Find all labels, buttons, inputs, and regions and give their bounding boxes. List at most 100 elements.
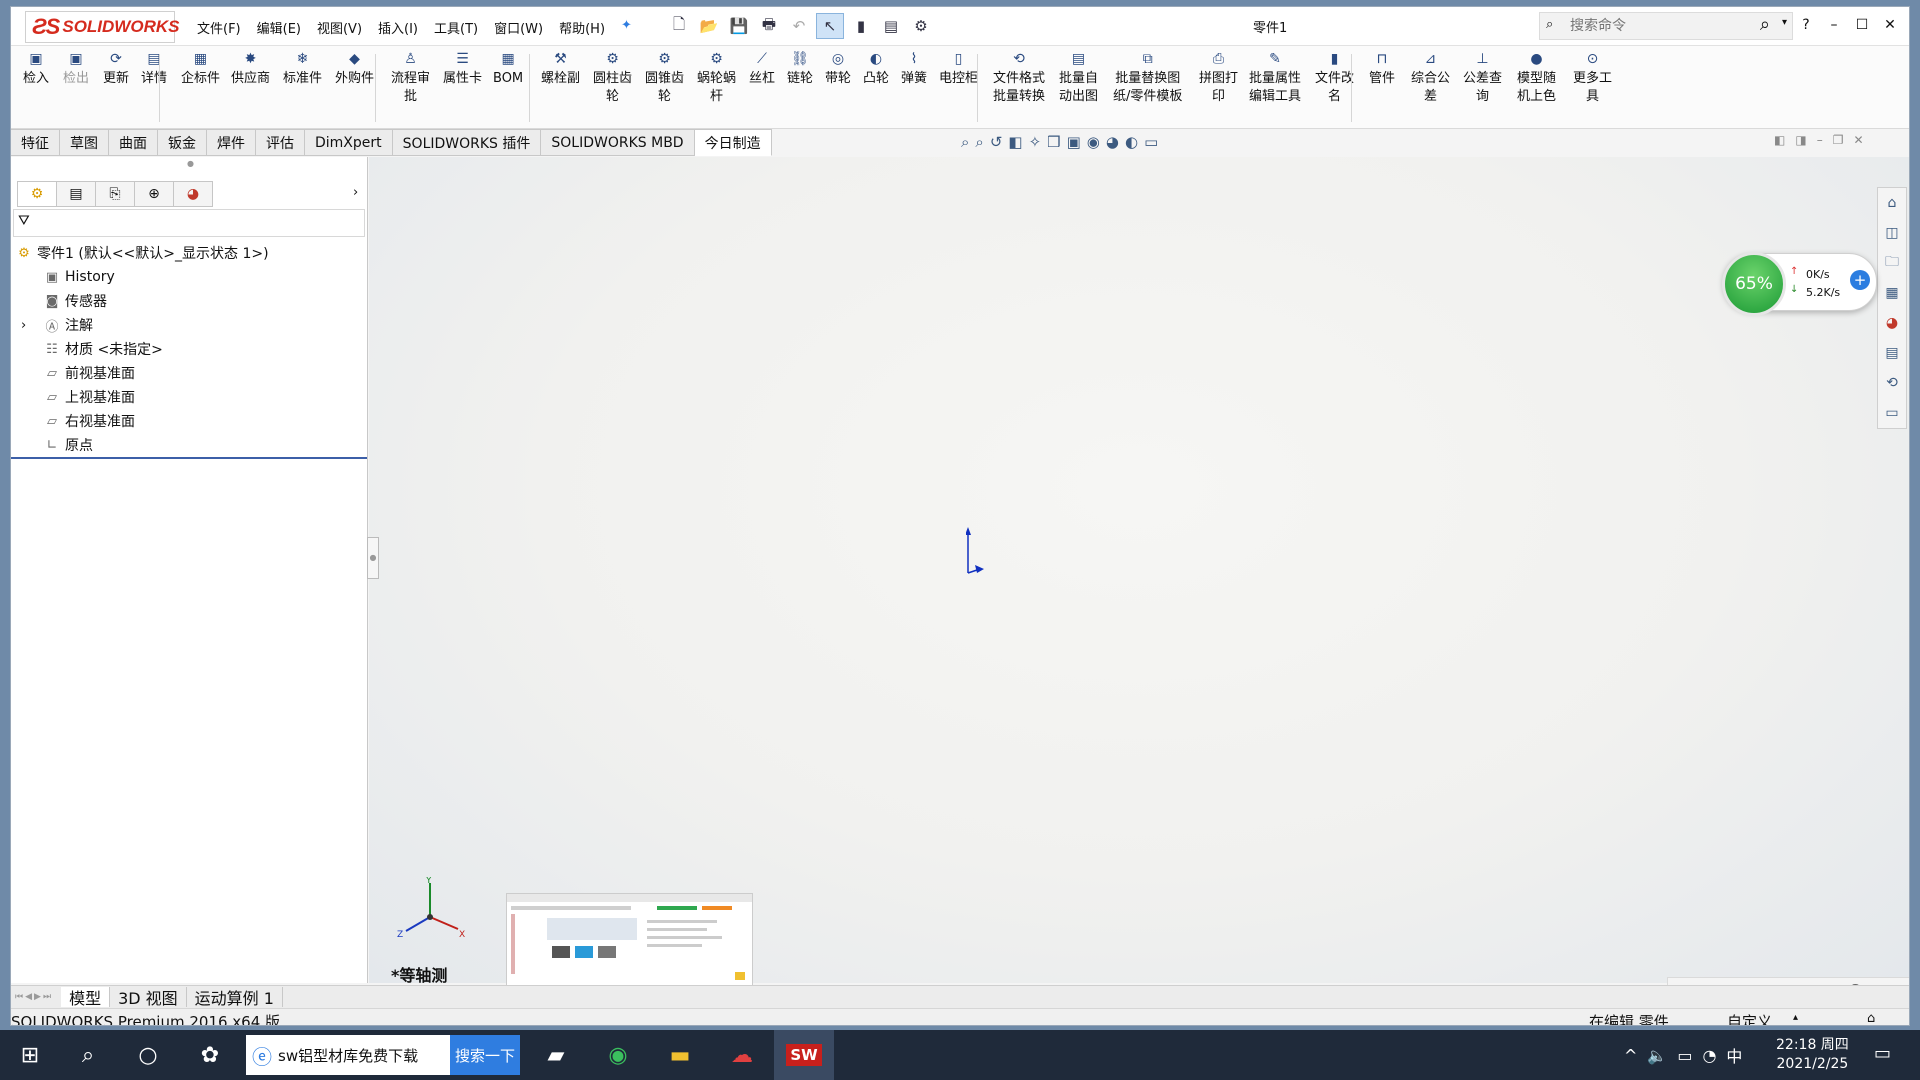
menu-insert[interactable]: 插入(I) xyxy=(370,16,426,39)
file-properties-icon[interactable]: ▤ xyxy=(878,14,904,38)
ribbon-button-16[interactable]: ⛓ 链轮 xyxy=(787,50,813,88)
cortana-icon[interactable]: ○ xyxy=(124,1030,172,1080)
ribbon-button-25[interactable]: ✎ 批量属性 编辑工具 xyxy=(1249,50,1301,106)
taskbar-preview-thumbnail[interactable] xyxy=(506,893,753,987)
ribbon-button-4[interactable]: ▦ 企标件 xyxy=(181,50,220,88)
ribbon-button-7[interactable]: ◆ 外购件 xyxy=(335,50,374,88)
ribbon-button-1[interactable]: ▣ 检出 xyxy=(63,50,89,88)
add-icon[interactable]: + xyxy=(1850,270,1870,290)
property-manager-tab-icon[interactable]: ▤ xyxy=(56,181,96,207)
pane-collapse-handle[interactable]: ● xyxy=(367,537,379,579)
chat-icon[interactable]: ▭ xyxy=(1878,398,1906,428)
tags-icon[interactable]: ⌂ xyxy=(1867,1011,1875,1025)
network-speed-widget[interactable]: 65% ↑ ↓ 0K/s 5.2K/s + xyxy=(1722,252,1877,316)
ribbon-button-12[interactable]: ⚙ 圆柱齿轮 xyxy=(593,50,632,106)
file-explorer-icon[interactable]: 🗀 xyxy=(1878,248,1906,278)
zoom-area-icon[interactable]: ⌕ xyxy=(975,133,983,151)
windows-start-icon[interactable]: ⊞ xyxy=(6,1030,54,1080)
close-icon[interactable]: ✕ xyxy=(1877,13,1903,37)
search-dropdown-icon[interactable]: ▾ xyxy=(1782,17,1787,28)
ribbon-button-8[interactable]: ♙ 流程审批 xyxy=(391,50,430,106)
ribbon-button-18[interactable]: ◐ 凸轮 xyxy=(863,50,889,88)
pinwheel-app-icon[interactable]: ✿ xyxy=(186,1030,234,1080)
menu-window[interactable]: 窗口(W) xyxy=(486,16,551,39)
tree-node[interactable]: ∟ 原点 xyxy=(11,433,367,457)
new-document-icon[interactable]: 🗋 xyxy=(666,14,692,38)
select-cursor-icon[interactable]: ↖ xyxy=(816,13,844,39)
file-explorer-taskbar-icon[interactable]: ▬ xyxy=(654,1030,706,1080)
menu-view[interactable]: 视图(V) xyxy=(309,16,370,39)
tree-node[interactable]: ▱ 前视基准面 xyxy=(11,361,367,385)
wifi-icon[interactable]: ◔ xyxy=(1702,1046,1716,1065)
menu-edit[interactable]: 编辑(E) xyxy=(249,16,309,39)
feature-manager-tab-icon[interactable]: ⚙ xyxy=(17,181,57,207)
doc-restore-icon[interactable]: ❐ xyxy=(1833,133,1844,147)
ribbon-button-22[interactable]: ▤ 批量自 动出图 xyxy=(1059,50,1098,106)
tree-node[interactable]: ▣ History xyxy=(11,265,367,289)
expand-pane-chevron-icon[interactable]: › xyxy=(353,185,358,200)
pane-splitter-handle[interactable]: ● xyxy=(187,159,194,168)
search-icon[interactable]: ⌕ xyxy=(64,1030,112,1080)
tab-7[interactable]: SOLIDWORKS 插件 xyxy=(392,129,542,156)
hide-show-icon[interactable]: ◉ xyxy=(1087,133,1100,151)
ribbon-button-5[interactable]: ✸ 供应商 xyxy=(231,50,270,88)
previous-view-icon[interactable]: ↺ xyxy=(990,133,1003,151)
ribbon-button-31[interactable]: ⊙ 更多工具 xyxy=(1573,50,1612,106)
clock[interactable]: 22:18 周四 2021/2/25 xyxy=(1776,1036,1849,1074)
view-palette-icon[interactable]: ▦ xyxy=(1878,278,1906,308)
scanner-app-icon[interactable]: ▰ xyxy=(530,1030,582,1080)
ribbon-button-23[interactable]: ⧉ 批量替换图 纸/零件模板 xyxy=(1113,50,1182,106)
edit-appearance-icon[interactable]: ◕ xyxy=(1106,133,1119,151)
search-command-input[interactable] xyxy=(1568,17,1742,35)
tree-filter[interactable]: ⛛ xyxy=(13,209,365,237)
ribbon-button-11[interactable]: ⚒ 螺栓副 xyxy=(541,50,580,88)
dynamic-annotation-icon[interactable]: ✧ xyxy=(1029,133,1042,151)
doc-close-icon[interactable]: ✕ xyxy=(1853,133,1863,147)
dimxpert-manager-tab-icon[interactable]: ⊕ xyxy=(134,181,174,207)
rollback-bar[interactable] xyxy=(11,457,367,459)
browser-search-text[interactable]: sw铝型材库免费下载 xyxy=(278,1045,418,1066)
battery-icon[interactable]: ▭ xyxy=(1677,1046,1692,1065)
ribbon-button-30[interactable]: ● 模型随 机上色 xyxy=(1517,50,1556,106)
open-icon[interactable]: 📂 xyxy=(696,14,722,38)
tree-node[interactable]: ▱ 右视基准面 xyxy=(11,409,367,433)
solidworks-forum-icon[interactable]: ⟲ xyxy=(1878,368,1906,398)
pin-icon[interactable]: ✦ xyxy=(613,16,640,39)
filter-icon[interactable]: ⛛ xyxy=(18,213,30,229)
ribbon-button-19[interactable]: ⌇ 弹簧 xyxy=(901,50,927,88)
doc-minimize-icon[interactable]: – xyxy=(1817,133,1823,147)
ribbon-button-29[interactable]: ⊥ 公差查询 xyxy=(1463,50,1502,106)
display-style-icon[interactable]: ▣ xyxy=(1067,133,1081,151)
tab-5[interactable]: 评估 xyxy=(256,129,305,156)
first-tab-icon[interactable]: ⏮ xyxy=(15,992,23,1002)
solidworks-taskbar-icon[interactable]: SW xyxy=(774,1030,834,1080)
expand-arrow-icon[interactable]: › xyxy=(21,318,26,333)
tree-node[interactable]: ⚙ 零件1 (默认<<默认>_显示状态 1>) xyxy=(11,241,367,265)
next-tab-icon[interactable]: ▶ xyxy=(34,992,41,1002)
configuration-manager-tab-icon[interactable]: ⎘ xyxy=(95,181,135,207)
cloud-app-icon[interactable]: ☁ xyxy=(716,1030,768,1080)
view-settings-icon[interactable]: ▭ xyxy=(1144,133,1158,151)
section-view-icon[interactable]: ◧ xyxy=(1008,133,1022,151)
display-manager-tab-icon[interactable]: ◕ xyxy=(173,181,213,207)
ribbon-button-21[interactable]: ⟲ 文件格式 批量转换 xyxy=(993,50,1045,106)
tree-node[interactable]: › Ⓐ 注解 xyxy=(11,313,367,337)
prev-tab-icon[interactable]: ◀ xyxy=(25,992,32,1002)
tab-6[interactable]: DimXpert xyxy=(305,129,393,156)
ribbon-button-17[interactable]: ◎ 带轮 xyxy=(825,50,851,88)
help-icon[interactable]: ? xyxy=(1793,13,1819,37)
design-library-icon[interactable]: ◫ xyxy=(1878,218,1906,248)
tab-0[interactable]: 特征 xyxy=(11,129,60,156)
tree-node[interactable]: ☷ 材质 <未指定> xyxy=(11,337,367,361)
ribbon-button-2[interactable]: ⟳ 更新 xyxy=(103,50,129,88)
menu-tools[interactable]: 工具(T) xyxy=(426,16,486,39)
options-gear-icon[interactable]: ⚙ xyxy=(908,14,934,38)
ribbon-button-20[interactable]: ▯ 电控柜 xyxy=(939,50,978,88)
ribbon-button-15[interactable]: ⟋ 丝杠 xyxy=(749,50,775,88)
graphics-area[interactable]: ● xyxy=(367,157,1909,983)
menu-file[interactable]: 文件(F) xyxy=(189,16,249,39)
solidworks-resources-icon[interactable]: ⌂ xyxy=(1878,188,1906,218)
tab-4[interactable]: 焊件 xyxy=(207,129,256,156)
ime-indicator[interactable]: 中 xyxy=(1726,1043,1742,1067)
units-arrow-icon[interactable]: ▴ xyxy=(1793,1012,1798,1023)
